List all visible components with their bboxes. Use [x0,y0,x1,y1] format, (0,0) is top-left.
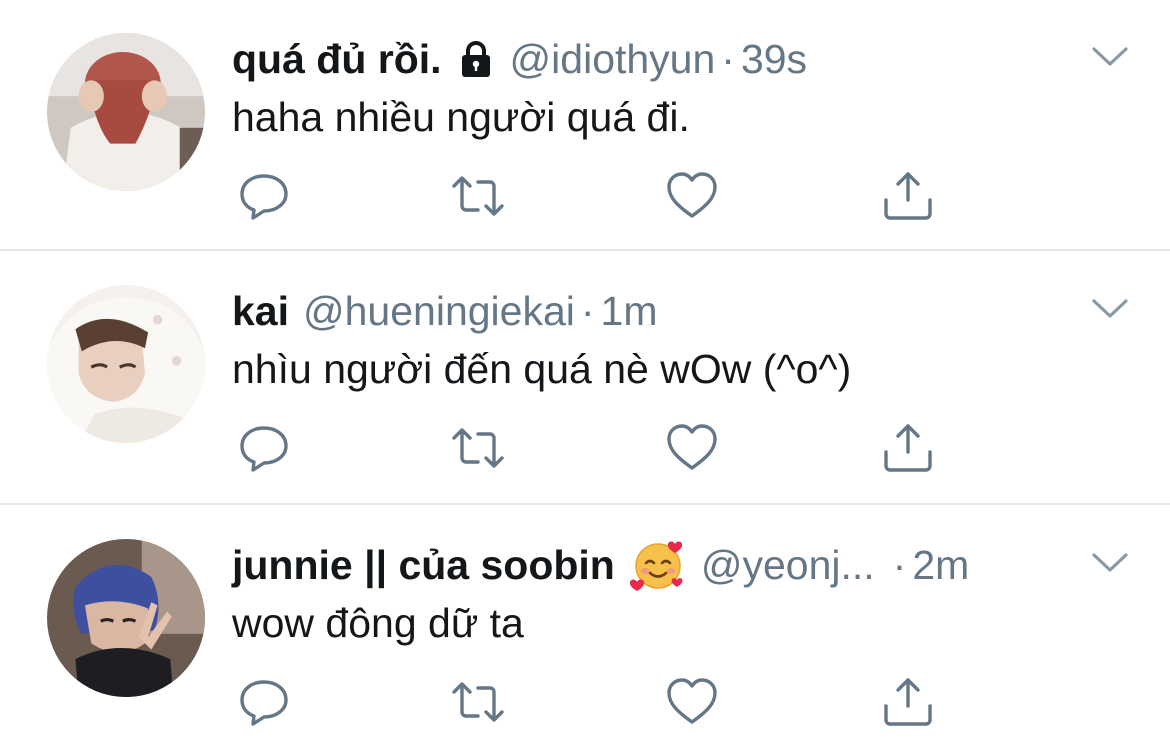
tweet-text: wow đông dữ ta [232,600,524,646]
lock-icon [456,39,496,79]
avatar-image [47,33,205,191]
tweet-header: quá đủ rồi. @idiothyun · 39s [232,34,807,84]
separator: · [580,288,595,334]
retweet-icon[interactable] [450,420,506,476]
tweet[interactable]: kai @hueningiekai · 1m nhìu người đến qu… [0,252,1170,508]
username-handle[interactable]: @idiothyun [510,34,716,84]
tweet[interactable]: quá đủ rồi. @idiothyun · 39s haha nhiều … [0,0,1170,256]
chevron-down-icon[interactable] [1090,44,1130,70]
share-icon[interactable] [880,674,936,730]
display-name[interactable]: kai [232,286,289,336]
chevron-down-icon[interactable] [1090,550,1130,576]
share-icon[interactable] [880,168,936,224]
username-handle[interactable]: @hueningiekai [303,286,575,336]
avatar-image [47,539,205,697]
retweet-icon[interactable] [450,674,506,730]
display-name[interactable]: quá đủ rồi. [232,34,442,84]
avatar[interactable] [47,285,205,443]
timestamp[interactable]: 39s [741,34,807,84]
avatar-image [47,285,205,443]
divider [0,503,1170,505]
avatar[interactable] [47,33,205,191]
username-handle[interactable]: @yeonj... [701,540,875,590]
like-icon[interactable] [664,168,720,224]
tweet-header: kai @hueningiekai · 1m [232,286,658,336]
tweet-feed: quá đủ rồi. @idiothyun · 39s haha nhiều … [0,0,1170,752]
reply-icon[interactable] [236,168,292,224]
tweet-actions [236,168,956,224]
tweet-actions [236,674,956,730]
tweet-text: nhìu người đến quá nè wOw (^o^) [232,346,852,392]
retweet-icon[interactable] [450,168,506,224]
display-name[interactable]: junnie || của soobin [232,540,615,590]
share-icon[interactable] [880,420,936,476]
timestamp[interactable]: 2m [912,540,969,590]
reply-icon[interactable] [236,674,292,730]
reply-icon[interactable] [236,420,292,476]
tweet-text: haha nhiều người quá đi. [232,94,690,140]
separator: · [892,542,907,588]
tweet-header: junnie || của soobin @yeonj... · 2m [232,540,969,591]
like-icon[interactable] [664,674,720,730]
tweet[interactable]: junnie || của soobin @yeonj... · 2m wow … [0,506,1170,752]
like-icon[interactable] [664,420,720,476]
chevron-down-icon[interactable] [1090,296,1130,322]
timestamp[interactable]: 1m [601,286,658,336]
separator: · [721,36,735,82]
smiling-face-with-hearts-icon [629,536,687,594]
divider [0,249,1170,251]
tweet-actions [236,420,956,476]
avatar[interactable] [47,539,205,697]
